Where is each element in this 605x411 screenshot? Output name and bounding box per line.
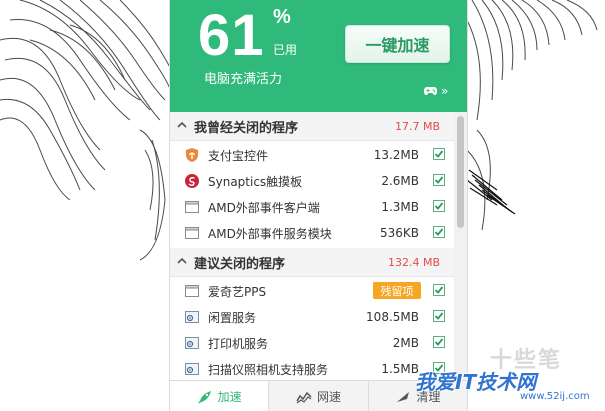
header-tools[interactable]: » (424, 84, 456, 98)
tab-label: 加速 (217, 390, 242, 404)
app-size: 108.5MB (366, 310, 419, 324)
section-title: 我曾经关闭的程序 (194, 120, 299, 136)
tab-label: 网速 (316, 390, 341, 404)
app-size: 2MB (392, 336, 419, 350)
chevron-up-icon[interactable] (177, 120, 187, 130)
alipay-shield-icon (186, 148, 198, 162)
select-checkbox[interactable] (433, 148, 445, 160)
app-name: 打印机服务 (208, 336, 269, 351)
service-icon (185, 337, 199, 349)
synaptics-icon (185, 174, 199, 188)
select-checkbox[interactable] (433, 310, 445, 322)
section-title: 建议关闭的程序 (194, 256, 286, 272)
app-size: 2.6MB (381, 174, 419, 188)
section-size: 132.4 MB (387, 255, 440, 269)
memory-usage-percent: 61 (198, 3, 265, 68)
scrollbar-thumb[interactable] (457, 116, 464, 228)
app-name: 扫描仪照相机支持服务 (208, 362, 329, 377)
used-label: 已用 (273, 43, 298, 57)
one-click-boost-button[interactable]: 一键加速 (345, 25, 450, 63)
app-size: 1.3MB (381, 200, 419, 214)
window-icon (185, 201, 199, 213)
watermark-site-name: 我爱IT技术网 (415, 370, 537, 394)
select-checkbox[interactable] (433, 174, 445, 186)
section-header-suggested[interactable]: 建议关闭的程序 132.4 MB (170, 248, 454, 277)
list-item[interactable]: AMD外部事件服务模块 536KB (170, 220, 454, 246)
status-header: 61 % 已用 电脑充满活力 一键加速 » (170, 0, 467, 112)
app-size: 536KB (379, 226, 419, 240)
list-item[interactable]: 打印机服务 2MB (170, 330, 454, 356)
section-header-closed-before[interactable]: 我曾经关闭的程序 17.7 MB (170, 112, 454, 141)
rocket-icon (198, 390, 211, 404)
list-item[interactable]: 支付宝控件 13.2MB (170, 142, 454, 168)
residue-badge: 残留项 (373, 282, 421, 299)
list-item[interactable]: AMD外部事件客户端 1.3MB (170, 194, 454, 220)
speedup-panel: 61 % 已用 电脑充满活力 一键加速 » 我曾经关闭的程序 17.7 MB 支… (170, 0, 467, 411)
app-name: AMD外部事件客户端 (208, 200, 320, 215)
select-checkbox[interactable] (433, 226, 445, 238)
gamepad-icon[interactable] (424, 86, 437, 96)
select-checkbox[interactable] (433, 284, 445, 296)
tab-speedup[interactable]: 加速 (170, 381, 270, 411)
wave-icon (296, 391, 312, 403)
select-checkbox[interactable] (433, 200, 445, 212)
app-name: 爱奇艺PPS (208, 284, 267, 299)
app-name: AMD外部事件服务模块 (208, 226, 332, 241)
list-item[interactable]: Synaptics触摸板 2.6MB (170, 168, 454, 194)
status-tagline: 电脑充满活力 (204, 72, 283, 87)
app-name: Synaptics触摸板 (208, 174, 303, 189)
list-item[interactable]: 爱奇艺PPS 残留项 (170, 278, 454, 304)
double-chevron-right-icon[interactable]: » (441, 85, 448, 97)
watermark-url: www.52ij.com (520, 391, 590, 402)
tab-network-speed[interactable]: 网速 (269, 381, 369, 411)
window-icon (185, 285, 199, 297)
list-item[interactable]: 扫描仪照相机支持服务 1.5MB (170, 356, 454, 380)
broom-icon (397, 391, 410, 402)
list-item[interactable]: 闲置服务 108.5MB (170, 304, 454, 330)
app-name: 支付宝控件 (208, 148, 269, 163)
app-name: 闲置服务 (208, 310, 257, 325)
background-sketch-left (0, 0, 170, 411)
program-list: 我曾经关闭的程序 17.7 MB 支付宝控件 13.2MB Synaptics触… (170, 112, 454, 380)
select-checkbox[interactable] (433, 336, 445, 348)
percent-sign: % (273, 6, 291, 28)
window-icon (185, 227, 199, 239)
app-size: 13.2MB (373, 148, 419, 162)
section-size: 17.7 MB (394, 119, 440, 133)
scrollbar[interactable] (454, 112, 467, 380)
service-icon (185, 311, 199, 323)
service-icon (185, 363, 199, 375)
chevron-up-icon[interactable] (177, 256, 187, 266)
app-size: 1.5MB (381, 362, 419, 376)
